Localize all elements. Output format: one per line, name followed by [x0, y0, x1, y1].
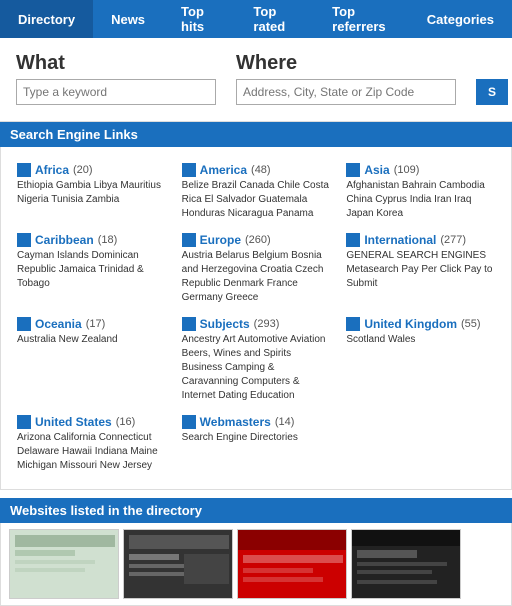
caribbean-desc: Cayman Islands Dominican Republic Jamaic… — [17, 249, 166, 291]
websites-grid — [0, 523, 512, 606]
what-group: What — [16, 52, 216, 105]
us-count: (16) — [116, 416, 136, 428]
link-caribbean[interactable]: Caribbean (18) — [17, 233, 166, 247]
search-section: What Where S — [0, 38, 512, 122]
europe-desc: Austria Belarus Belgium Bosnia and Herze… — [182, 249, 331, 305]
america-desc: Belize Brazil Canada Chile Costa Rica El… — [182, 179, 331, 221]
subjects-count: (293) — [254, 318, 280, 330]
link-cell-caribbean: Caribbean (18) Cayman Islands Dominican … — [9, 227, 174, 311]
oceania-label: Oceania — [35, 317, 82, 331]
search-engine-links-header: Search Engine Links — [0, 122, 512, 147]
website-thumb-4[interactable] — [351, 529, 461, 599]
link-cell-subjects: Subjects (293) Ancestry Art Automotive A… — [174, 311, 339, 409]
subjects-desc: Ancestry Art Automotive Aviation Beers, … — [182, 333, 331, 403]
nav-item-top-hits[interactable]: Top hits — [163, 0, 235, 38]
nav-item-top-referrers[interactable]: Top referrers — [314, 0, 409, 38]
link-cell-america: America (48) Belize Brazil Canada Chile … — [174, 157, 339, 227]
link-europe[interactable]: Europe (260) — [182, 233, 331, 247]
us-desc: Arizona California Connecticut Delaware … — [17, 431, 166, 473]
where-input[interactable] — [236, 79, 456, 105]
link-cell-oceania: Oceania (17) Australia New Zealand — [9, 311, 174, 409]
asia-label: Asia — [364, 163, 389, 177]
link-cell-us: United States (16) Arizona California Co… — [9, 409, 174, 479]
caribbean-count: (18) — [98, 234, 118, 246]
america-label: America — [200, 163, 247, 177]
international-count: (277) — [440, 234, 466, 246]
link-cell-international: International (277) GENERAL SEARCH ENGIN… — [338, 227, 503, 311]
websites-header: Websites listed in the directory — [0, 498, 512, 523]
america-count: (48) — [251, 164, 271, 176]
website-thumb-3[interactable] — [237, 529, 347, 599]
africa-label: Africa — [35, 163, 69, 177]
caribbean-label: Caribbean — [35, 233, 94, 247]
nav-item-top-rated[interactable]: Top rated — [235, 0, 314, 38]
europe-icon — [182, 233, 196, 247]
link-webmasters[interactable]: Webmasters (14) — [182, 415, 331, 429]
link-cell-empty — [338, 409, 503, 479]
webmasters-icon — [182, 415, 196, 429]
nav-item-categories[interactable]: Categories — [409, 0, 512, 38]
what-label: What — [16, 52, 216, 75]
uk-count: (55) — [461, 318, 481, 330]
us-icon — [17, 415, 31, 429]
asia-icon — [346, 163, 360, 177]
caribbean-icon — [17, 233, 31, 247]
international-label: International — [364, 233, 436, 247]
link-cell-africa: Africa (20) Ethiopia Gambia Libya Maurit… — [9, 157, 174, 227]
link-subjects[interactable]: Subjects (293) — [182, 317, 331, 331]
webmasters-count: (14) — [275, 416, 295, 428]
link-us[interactable]: United States (16) — [17, 415, 166, 429]
link-cell-asia: Asia (109) Afghanistan Bahrain Cambodia … — [338, 157, 503, 227]
europe-label: Europe — [200, 233, 241, 247]
link-international[interactable]: International (277) — [346, 233, 495, 247]
oceania-count: (17) — [86, 318, 106, 330]
link-oceania[interactable]: Oceania (17) — [17, 317, 166, 331]
uk-desc: Scotland Wales — [346, 333, 495, 347]
link-cell-uk: United Kingdom (55) Scotland Wales — [338, 311, 503, 409]
links-grid: Africa (20) Ethiopia Gambia Libya Maurit… — [0, 147, 512, 490]
websites-section: Websites listed in the directory — [0, 498, 512, 606]
oceania-desc: Australia New Zealand — [17, 333, 166, 347]
link-cell-europe: Europe (260) Austria Belarus Belgium Bos… — [174, 227, 339, 311]
what-input[interactable] — [16, 79, 216, 105]
africa-icon — [17, 163, 31, 177]
oceania-icon — [17, 317, 31, 331]
link-cell-webmasters: Webmasters (14) Search Engine Directorie… — [174, 409, 339, 479]
link-america[interactable]: America (48) — [182, 163, 331, 177]
link-uk[interactable]: United Kingdom (55) — [346, 317, 495, 331]
us-label: United States — [35, 415, 112, 429]
asia-count: (109) — [394, 164, 420, 176]
where-group: Where — [236, 52, 456, 105]
website-thumb-1[interactable] — [9, 529, 119, 599]
main-content: Search Engine Links Africa (20) Ethiopia… — [0, 122, 512, 606]
webmasters-desc: Search Engine Directories — [182, 431, 331, 445]
subjects-icon — [182, 317, 196, 331]
website-thumb-2[interactable] — [123, 529, 233, 599]
uk-label: United Kingdom — [364, 317, 457, 331]
search-button[interactable]: S — [476, 79, 508, 105]
subjects-label: Subjects — [200, 317, 250, 331]
nav-item-directory[interactable]: Directory — [0, 0, 93, 38]
uk-icon — [346, 317, 360, 331]
asia-desc: Afghanistan Bahrain Cambodia China Cypru… — [346, 179, 495, 221]
africa-count: (20) — [73, 164, 93, 176]
link-asia[interactable]: Asia (109) — [346, 163, 495, 177]
africa-desc: Ethiopia Gambia Libya Mauritius Nigeria … — [17, 179, 166, 207]
international-icon — [346, 233, 360, 247]
europe-count: (260) — [245, 234, 271, 246]
where-label: Where — [236, 52, 456, 75]
international-desc: GENERAL SEARCH ENGINES Metasearch Pay Pe… — [346, 249, 495, 291]
america-icon — [182, 163, 196, 177]
nav-bar: Directory News Top hits Top rated Top re… — [0, 0, 512, 38]
nav-item-news[interactable]: News — [93, 0, 163, 38]
link-africa[interactable]: Africa (20) — [17, 163, 166, 177]
webmasters-label: Webmasters — [200, 415, 271, 429]
